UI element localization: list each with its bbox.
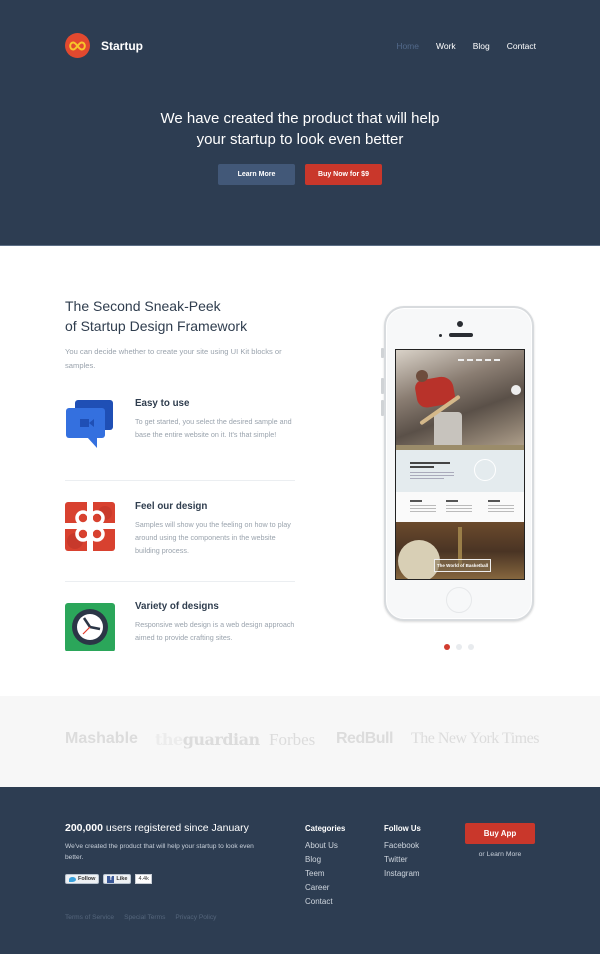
nav-contact[interactable]: Contact bbox=[507, 41, 536, 51]
legal-links: Terms of Service Special Terms Privacy P… bbox=[65, 913, 216, 921]
feature-title: Variety of designs bbox=[135, 601, 219, 612]
redbull-logo: RedBull bbox=[336, 730, 393, 747]
phone-home-button bbox=[446, 587, 472, 613]
forbes-logo: Forbes bbox=[269, 730, 316, 749]
hero-headline: We have created the product that will he… bbox=[0, 108, 600, 150]
facebook-icon: f bbox=[107, 875, 115, 883]
footer-categories: Categories About Us Blog Teem Career Con… bbox=[305, 824, 345, 909]
buy-now-button[interactable]: Buy Now for $9 bbox=[305, 164, 382, 185]
nav-home[interactable]: Home bbox=[396, 41, 419, 51]
social-buttons: Follow f Like 4.4k bbox=[65, 874, 152, 884]
feature-title: Easy to use bbox=[135, 398, 190, 409]
feature-title: Feel our design bbox=[135, 501, 208, 512]
special-terms-link[interactable]: Special Terms bbox=[124, 914, 165, 921]
section-title: The Second Sneak-Peek of Startup Design … bbox=[65, 296, 247, 336]
twitter-follow-button[interactable]: Follow bbox=[65, 874, 100, 884]
screen-nav bbox=[458, 359, 500, 361]
brand-name: Startup bbox=[101, 38, 143, 53]
learn-more-button[interactable]: Learn More bbox=[218, 164, 295, 185]
screen-baseball-image: The World of Basketball bbox=[396, 522, 524, 579]
hero-header: Startup Home Work Blog Contact We have c… bbox=[0, 0, 600, 246]
facebook-like-count: 4.4k bbox=[135, 874, 152, 884]
screen-hero-image bbox=[396, 350, 524, 450]
nyt-logo: The New York Times bbox=[411, 730, 539, 747]
categories-title: Categories bbox=[305, 824, 346, 833]
brand-logo[interactable]: Startup bbox=[65, 33, 143, 58]
main-nav: Home Work Blog Contact bbox=[379, 41, 536, 51]
phone-mute-switch bbox=[381, 348, 384, 358]
footer-link-contact[interactable]: Contact bbox=[305, 895, 345, 909]
feature-text: Responsive web design is a web design ap… bbox=[135, 620, 295, 642]
screen-columns bbox=[396, 492, 524, 522]
press-logos: Mashable theguardian Forbes RedBull The … bbox=[0, 696, 600, 787]
section-title-line2: of Startup Design Framework bbox=[65, 318, 248, 334]
footer-link-instagram[interactable]: Instagram bbox=[384, 867, 421, 881]
follow-title: Follow Us bbox=[384, 824, 421, 833]
screen-info-block bbox=[396, 450, 524, 492]
carousel-dots bbox=[444, 644, 474, 650]
gift-icon bbox=[65, 501, 115, 551]
mashable-logo: Mashable bbox=[65, 730, 138, 747]
section-intro: You can decide whether to create your si… bbox=[65, 347, 282, 370]
footer-link-twitter[interactable]: Twitter bbox=[384, 853, 421, 867]
footer-link-career[interactable]: Career bbox=[305, 881, 345, 895]
guardian-logo-word: guardian bbox=[182, 730, 260, 749]
twitter-icon bbox=[69, 876, 76, 882]
carousel-dot-2[interactable] bbox=[456, 644, 462, 650]
nav-blog[interactable]: Blog bbox=[473, 41, 490, 51]
footer: 200,000 users registered since January W… bbox=[0, 787, 600, 954]
hero-headline-line2: your startup to look even better bbox=[196, 131, 404, 148]
divider bbox=[65, 480, 295, 481]
nav-work[interactable]: Work bbox=[436, 41, 456, 51]
carousel-dot-3[interactable] bbox=[468, 644, 474, 650]
phone-volume-down bbox=[381, 400, 384, 416]
buy-app-button[interactable]: Buy App bbox=[465, 823, 535, 844]
or-learn-more-link[interactable]: or Learn More bbox=[465, 851, 535, 858]
hero-headline-line1: We have created the product that will he… bbox=[160, 110, 440, 127]
guardian-logo-the: the bbox=[155, 730, 183, 749]
footer-headline-count: 200,000 bbox=[65, 822, 103, 834]
twitter-follow-label: Follow bbox=[78, 876, 96, 882]
carousel-dot-1[interactable] bbox=[444, 644, 450, 650]
footer-headline-rest: users registered since January bbox=[102, 822, 249, 834]
footer-link-teem[interactable]: Teem bbox=[305, 867, 345, 881]
phone-volume-up bbox=[381, 378, 384, 394]
footer-link-about-us[interactable]: About Us bbox=[305, 839, 345, 853]
hero-actions: Learn More Buy Now for $9 bbox=[0, 164, 600, 185]
section-title-line1: The Second Sneak-Peek bbox=[65, 298, 221, 314]
infinity-logo-icon bbox=[65, 33, 90, 58]
privacy-policy-link[interactable]: Privacy Policy bbox=[175, 914, 216, 921]
footer-headline: 200,000 users registered since January bbox=[65, 822, 249, 834]
screen-infinity-icon bbox=[474, 459, 496, 481]
chat-video-icon bbox=[65, 398, 115, 448]
facebook-like-label: Like bbox=[116, 876, 128, 882]
divider bbox=[65, 581, 295, 582]
guardian-logo: theguardian bbox=[155, 730, 260, 749]
footer-link-blog[interactable]: Blog bbox=[305, 853, 345, 867]
phone-screen: The World of Basketball bbox=[395, 349, 525, 580]
phone-speaker bbox=[449, 333, 473, 337]
footer-follow: Follow Us Facebook Twitter Instagram bbox=[384, 824, 421, 881]
footer-text: We've created the product that will help… bbox=[65, 843, 254, 861]
facebook-like-button[interactable]: f Like bbox=[103, 874, 132, 884]
screen-caption-button: The World of Basketball bbox=[434, 559, 491, 572]
phone-mockup: The World of Basketball bbox=[381, 306, 534, 621]
phone-sensor bbox=[439, 334, 442, 337]
phone-camera bbox=[457, 321, 463, 327]
clock-icon bbox=[65, 601, 115, 652]
feature-text: Samples will show you the feeling on how… bbox=[135, 520, 291, 555]
footer-link-facebook[interactable]: Facebook bbox=[384, 839, 421, 853]
terms-of-service-link[interactable]: Terms of Service bbox=[65, 914, 114, 921]
feature-text: To get started, you select the desired s… bbox=[135, 417, 292, 439]
